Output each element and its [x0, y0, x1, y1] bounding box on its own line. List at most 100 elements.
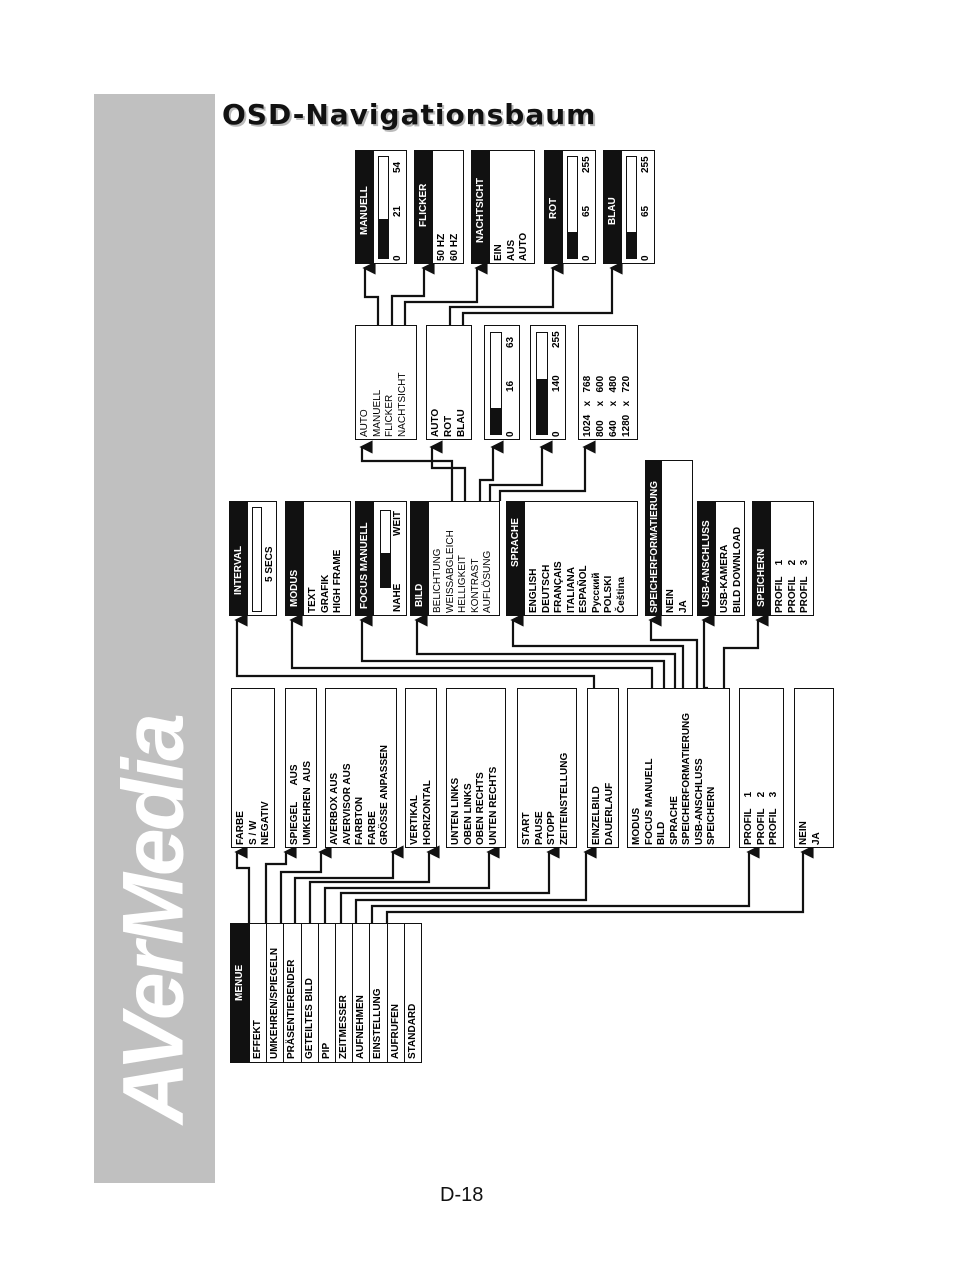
submenu-aufrufen-option[interactable]: PROFIL 2	[756, 792, 767, 845]
submenu-weissabgleich-option[interactable]: BLAU	[456, 409, 467, 437]
submenu-weissabgleich-option[interactable]: AUTO	[430, 409, 441, 437]
submenu-sprache-option[interactable]: ITALIANA	[566, 567, 577, 613]
rot-slider[interactable]	[567, 156, 578, 259]
submenu-aufrufen-option[interactable]: PROFIL 3	[768, 792, 779, 845]
submenu-einstellung-option[interactable]: SPEICHERFORMATIERUNG	[681, 713, 692, 845]
submenu-pip-option[interactable]: OBEN LINKS	[463, 783, 474, 845]
blau-slider[interactable]	[626, 156, 637, 259]
submenu-praesentierender-option[interactable]: GRÖSSE ANPASSEN	[379, 745, 390, 845]
submenu-effekt-option[interactable]: S / W	[248, 821, 259, 845]
submenu-aufnehmen-option[interactable]: DAUERLAUF	[604, 783, 615, 845]
submenu-einstellung-option[interactable]: MODUS	[631, 808, 642, 845]
submenu-praesentierender-option[interactable]: FARBTON	[354, 797, 365, 845]
submenu-nachtsicht-option[interactable]: AUTO	[518, 233, 529, 261]
connector-arrow	[390, 261, 435, 325]
submenu-bild-option[interactable]: AUFLÖSUNG	[482, 551, 493, 613]
submenu-effekt-option[interactable]: NEGATIV	[260, 801, 271, 845]
submenu-sprache-header-bar: SPRACHE	[507, 502, 525, 615]
submenu-belichtung-option[interactable]: AUTO	[359, 409, 370, 437]
submenu-einstellung-option[interactable]: FOCUS MANUELL	[644, 758, 655, 845]
submenu-zeitmesser-option[interactable]: PAUSE	[534, 811, 545, 845]
submenu-aufloesung-option[interactable]: 640 x 480	[608, 376, 619, 437]
submenu-bild-header-bar: BILD	[411, 502, 429, 615]
submenu-umkehren-option[interactable]: SPIEGEL AUS	[289, 764, 300, 845]
submenu-modus: MODUS TEXT GRAFIK HIGH FRAME	[285, 501, 351, 616]
submenu-sprache-option[interactable]: ENGLISH	[528, 569, 539, 613]
focus-slider[interactable]	[380, 510, 391, 588]
submenu-sprache-option[interactable]: POLSKI	[603, 576, 614, 613]
submenu-belichtung-option[interactable]: FLICKER	[384, 395, 395, 437]
submenu-bild-option[interactable]: WEISSABGLEICH	[445, 530, 456, 613]
connector-arrow	[359, 613, 666, 688]
submenu-zeitmesser-option[interactable]: START	[521, 812, 532, 845]
submenu-aufloesung-option[interactable]: 800 x 600	[595, 376, 606, 437]
manuell-slider[interactable]	[378, 156, 389, 259]
menu-item[interactable]: STANDARD	[403, 924, 421, 1062]
submenu-sprache-option[interactable]: DEUTSCH	[541, 565, 552, 613]
kontrast-slider[interactable]	[536, 332, 548, 435]
submenu-flicker-option[interactable]: 50 HZ	[436, 234, 447, 261]
submenu-speicherformat-header: SPEICHERFORMATIERUNG	[649, 480, 660, 613]
submenu-belichtung-option[interactable]: MANUELL	[372, 390, 383, 437]
submenu-praesentierender-option[interactable]: AVERBOX AUS	[329, 773, 340, 845]
menu-item[interactable]: EFFEKT	[249, 924, 267, 1062]
submenu-effekt-option[interactable]: FARBE	[235, 811, 246, 845]
submenu-geteiltes-option[interactable]: HORIZONTAL	[422, 780, 433, 845]
submenu-praesentierender-option[interactable]: FARBE	[367, 811, 378, 845]
submenu-modus-option[interactable]: HIGH FRAME	[332, 550, 343, 613]
menu-item[interactable]: UMKEHREN/SPIEGELN	[266, 924, 284, 1062]
menu-item[interactable]: AUFNEHMEN	[352, 924, 370, 1062]
menu-item[interactable]: PIP	[317, 924, 336, 1062]
submenu-sprache-option[interactable]: Čeština	[616, 577, 627, 613]
submenu-belichtung-option[interactable]: NACHTSICHT	[397, 373, 408, 437]
submenu-einstellung-option[interactable]: USB-ANSCHLUSS	[694, 758, 705, 845]
menu-item[interactable]: ZEITMESSER	[335, 924, 353, 1062]
submenu-pip-option[interactable]: UNTEN RECHTS	[488, 767, 499, 845]
submenu-nachtsicht-option[interactable]: EIN	[493, 244, 504, 261]
submenu-weissabgleich-option[interactable]: ROT	[443, 416, 454, 437]
submenu-usb-option[interactable]: USB-KAMERA	[719, 545, 730, 613]
connector-arrow	[279, 845, 332, 923]
connector-arrow	[362, 261, 380, 325]
submenu-speichern-option[interactable]: PROFIL 3	[799, 560, 810, 613]
submenu-bild-option[interactable]: KONTRAST	[470, 559, 481, 613]
submenu-aufnehmen-option[interactable]: EINZELBILD	[591, 786, 602, 845]
submenu-aufloesung-option[interactable]: 1280 x 720	[621, 376, 632, 437]
submenu-geteiltes-option[interactable]: VERTIKAL	[409, 795, 420, 845]
submenu-standard-option[interactable]: JA	[811, 832, 822, 845]
submenu-speicherformat-option[interactable]: NEIN	[665, 589, 676, 613]
submenu-zeitmesser-option[interactable]: ZEITEINSTELLUNG	[559, 753, 570, 845]
submenu-flicker-option[interactable]: 60 HZ	[449, 234, 460, 261]
submenu-aufrufen-option[interactable]: PROFIL 1	[743, 792, 754, 845]
submenu-speichern-option[interactable]: PROFIL 1	[774, 560, 785, 613]
submenu-umkehren-option[interactable]: UMKEHREN AUS	[302, 761, 313, 845]
menu-item[interactable]: AUFRUFEN	[386, 924, 405, 1062]
submenu-sprache-option[interactable]: FRANÇAIS	[553, 561, 564, 613]
menu-item[interactable]: GETEILTES BILD	[300, 924, 319, 1062]
submenu-bild-option[interactable]: BELICHTUNG	[432, 549, 443, 613]
submenu-modus-option[interactable]: TEXT	[307, 587, 318, 613]
menu-item[interactable]: EINSTELLUNG	[369, 924, 387, 1062]
submenu-modus-option[interactable]: GRAFIK	[320, 575, 331, 613]
submenu-einstellung-option[interactable]: SPEICHERN	[706, 787, 717, 845]
submenu-pip-option[interactable]: OBEN RECHTS	[475, 772, 486, 845]
submenu-sprache-option[interactable]: ESPAÑOL	[578, 565, 589, 613]
connector-arrow	[448, 261, 564, 325]
submenu-einstellung-option[interactable]: BILD	[656, 822, 667, 845]
interval-bar[interactable]	[252, 507, 262, 612]
submenu-usb: USB-ANSCHLUSS USB-KAMERA BILD DOWNLOAD	[697, 501, 745, 616]
submenu-pip-option[interactable]: UNTEN LINKS	[450, 778, 461, 845]
submenu-sprache-option[interactable]: Русский	[591, 573, 602, 613]
helligkeit-slider[interactable]	[490, 332, 502, 435]
menu-item[interactable]: PRÄSENTIERENDER	[283, 924, 301, 1062]
submenu-usb-option[interactable]: BILD DOWNLOAD	[732, 527, 743, 613]
submenu-zeitmesser-option[interactable]: STOPP	[546, 811, 557, 845]
submenu-speicherformat-option[interactable]: JA	[678, 600, 689, 613]
submenu-praesentierender-option[interactable]: AVERVISOR AUS	[342, 764, 353, 846]
submenu-bild-option[interactable]: HELLIGKEIT	[457, 555, 468, 613]
submenu-speichern-option[interactable]: PROFIL 2	[787, 560, 798, 613]
submenu-einstellung-option[interactable]: SPRACHE	[669, 796, 680, 845]
submenu-aufloesung-option[interactable]: 1024 x 768	[582, 376, 593, 437]
submenu-standard-option[interactable]: NEIN	[798, 821, 809, 845]
submenu-nachtsicht-option[interactable]: AUS	[506, 240, 517, 261]
